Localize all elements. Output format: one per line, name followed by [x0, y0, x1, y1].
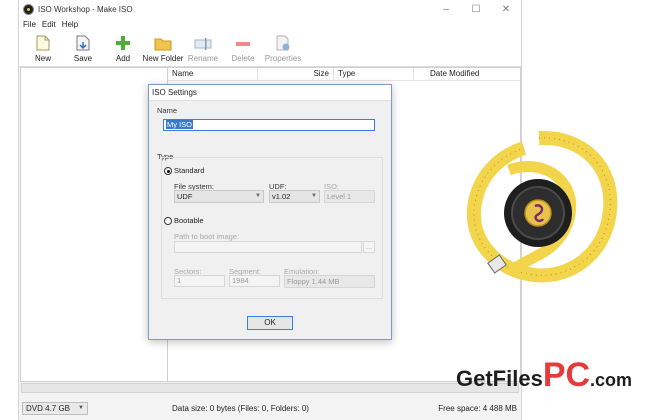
udf-version-value: v1.02 — [272, 192, 291, 201]
window-title: ISO Workshop - Make ISO — [38, 4, 133, 14]
minimize-button[interactable]: – — [431, 0, 461, 18]
save-button[interactable]: Save — [63, 30, 103, 66]
menu-help[interactable]: Help — [62, 20, 78, 29]
new-button[interactable]: New — [23, 30, 63, 66]
emulation-select[interactable]: Floppy 1.44 MB — [284, 275, 375, 288]
getfilespc-watermark: GetFilesPC.com — [456, 356, 632, 395]
save-icon — [76, 35, 90, 51]
app-disc-icon — [23, 3, 34, 15]
iso-level-value: Level 1 — [327, 192, 352, 201]
iso-level-select[interactable]: Level 1 — [324, 190, 375, 203]
chevron-down-icon — [364, 276, 374, 287]
dialog-title: ISO Settings — [149, 85, 391, 101]
column-size[interactable]: Size — [258, 68, 334, 80]
new-document-icon — [36, 35, 50, 51]
properties-icon — [276, 35, 290, 51]
free-space-text: Free space: 4 488 MB — [438, 403, 517, 413]
watermark-getfiles: GetFiles — [456, 366, 543, 391]
delete-label: Delete — [231, 54, 255, 63]
menu-bar: File Edit Help — [19, 18, 521, 30]
chevron-down-icon: ▼ — [255, 193, 261, 199]
chevron-down-icon: ▼ — [78, 405, 84, 411]
tape-center-emblem — [524, 199, 552, 227]
standard-radio[interactable] — [164, 167, 172, 175]
new-label: New — [34, 54, 51, 63]
horizontal-scrollbar[interactable] — [21, 383, 519, 393]
media-size-value: DVD 4.7 GB — [26, 403, 71, 413]
media-size-select[interactable]: DVD 4.7 GB ▼ — [22, 401, 88, 415]
file-list-header: Name Size Type Date Modified — [168, 68, 520, 81]
name-section-label: Name — [157, 106, 178, 115]
column-name[interactable]: Name — [168, 68, 258, 80]
filesystem-value: UDF — [177, 192, 193, 201]
bootable-label: Bootable — [174, 216, 204, 225]
bootable-radio[interactable] — [164, 217, 172, 225]
segment-input[interactable]: 1984 — [229, 275, 280, 287]
add-button[interactable]: Add — [103, 30, 143, 66]
folder-icon — [154, 38, 172, 51]
column-type[interactable]: Type — [334, 68, 414, 80]
rename-icon — [194, 38, 212, 50]
measuring-tape-logo — [466, 130, 618, 283]
filesystem-select[interactable]: UDF ▼ — [174, 190, 264, 203]
sectors-input[interactable]: 1 — [174, 275, 225, 287]
new-folder-button[interactable]: New Folder — [143, 30, 183, 66]
status-bar: DVD 4.7 GB ▼ Data size: 0 bytes (Files: … — [19, 397, 521, 419]
menu-file[interactable]: File — [23, 20, 36, 29]
title-bar: ISO Workshop - Make ISO – ☐ ✕ — [19, 0, 521, 18]
add-plus-icon — [116, 36, 130, 50]
add-label: Add — [115, 54, 131, 63]
new-folder-label: New Folder — [142, 54, 184, 63]
udf-version-select[interactable]: v1.02 ▼ — [269, 190, 320, 203]
close-button[interactable]: ✕ — [491, 0, 521, 18]
iso-settings-dialog: ISO Settings Name My ISO Type Standard F… — [148, 84, 392, 340]
toolbar: New Save Add New Folder Rename Delete Pr… — [19, 30, 521, 67]
emulation-value: Floppy 1.44 MB — [287, 277, 340, 286]
properties-button[interactable]: Properties — [263, 30, 303, 66]
menu-edit[interactable]: Edit — [42, 20, 56, 29]
column-date-modified[interactable]: Date Modified — [414, 68, 518, 80]
iso-name-input[interactable]: My ISO — [163, 119, 375, 131]
watermark-com: .com — [590, 370, 633, 390]
folder-tree-pane[interactable] — [20, 67, 168, 382]
rename-button[interactable]: Rename — [183, 30, 223, 66]
chevron-down-icon: ▼ — [311, 193, 317, 199]
boot-path-label: Path to boot image: — [174, 232, 240, 241]
properties-label: Properties — [264, 54, 302, 63]
rename-label: Rename — [187, 54, 219, 63]
data-size-text: Data size: 0 bytes (Files: 0, Folders: 0… — [172, 403, 309, 413]
window-controls: – ☐ ✕ — [431, 0, 521, 18]
maximize-button[interactable]: ☐ — [461, 0, 491, 18]
delete-button[interactable]: Delete — [223, 30, 263, 66]
boot-path-input[interactable] — [174, 241, 362, 253]
save-label: Save — [73, 54, 93, 63]
standard-label: Standard — [174, 166, 205, 175]
browse-button[interactable]: ... — [363, 241, 375, 253]
iso-name-value: My ISO — [166, 120, 194, 129]
ok-button[interactable]: OK — [247, 316, 293, 330]
chevron-down-icon — [364, 191, 374, 202]
delete-minus-icon — [236, 42, 250, 46]
watermark-pc: PC — [542, 356, 591, 394]
